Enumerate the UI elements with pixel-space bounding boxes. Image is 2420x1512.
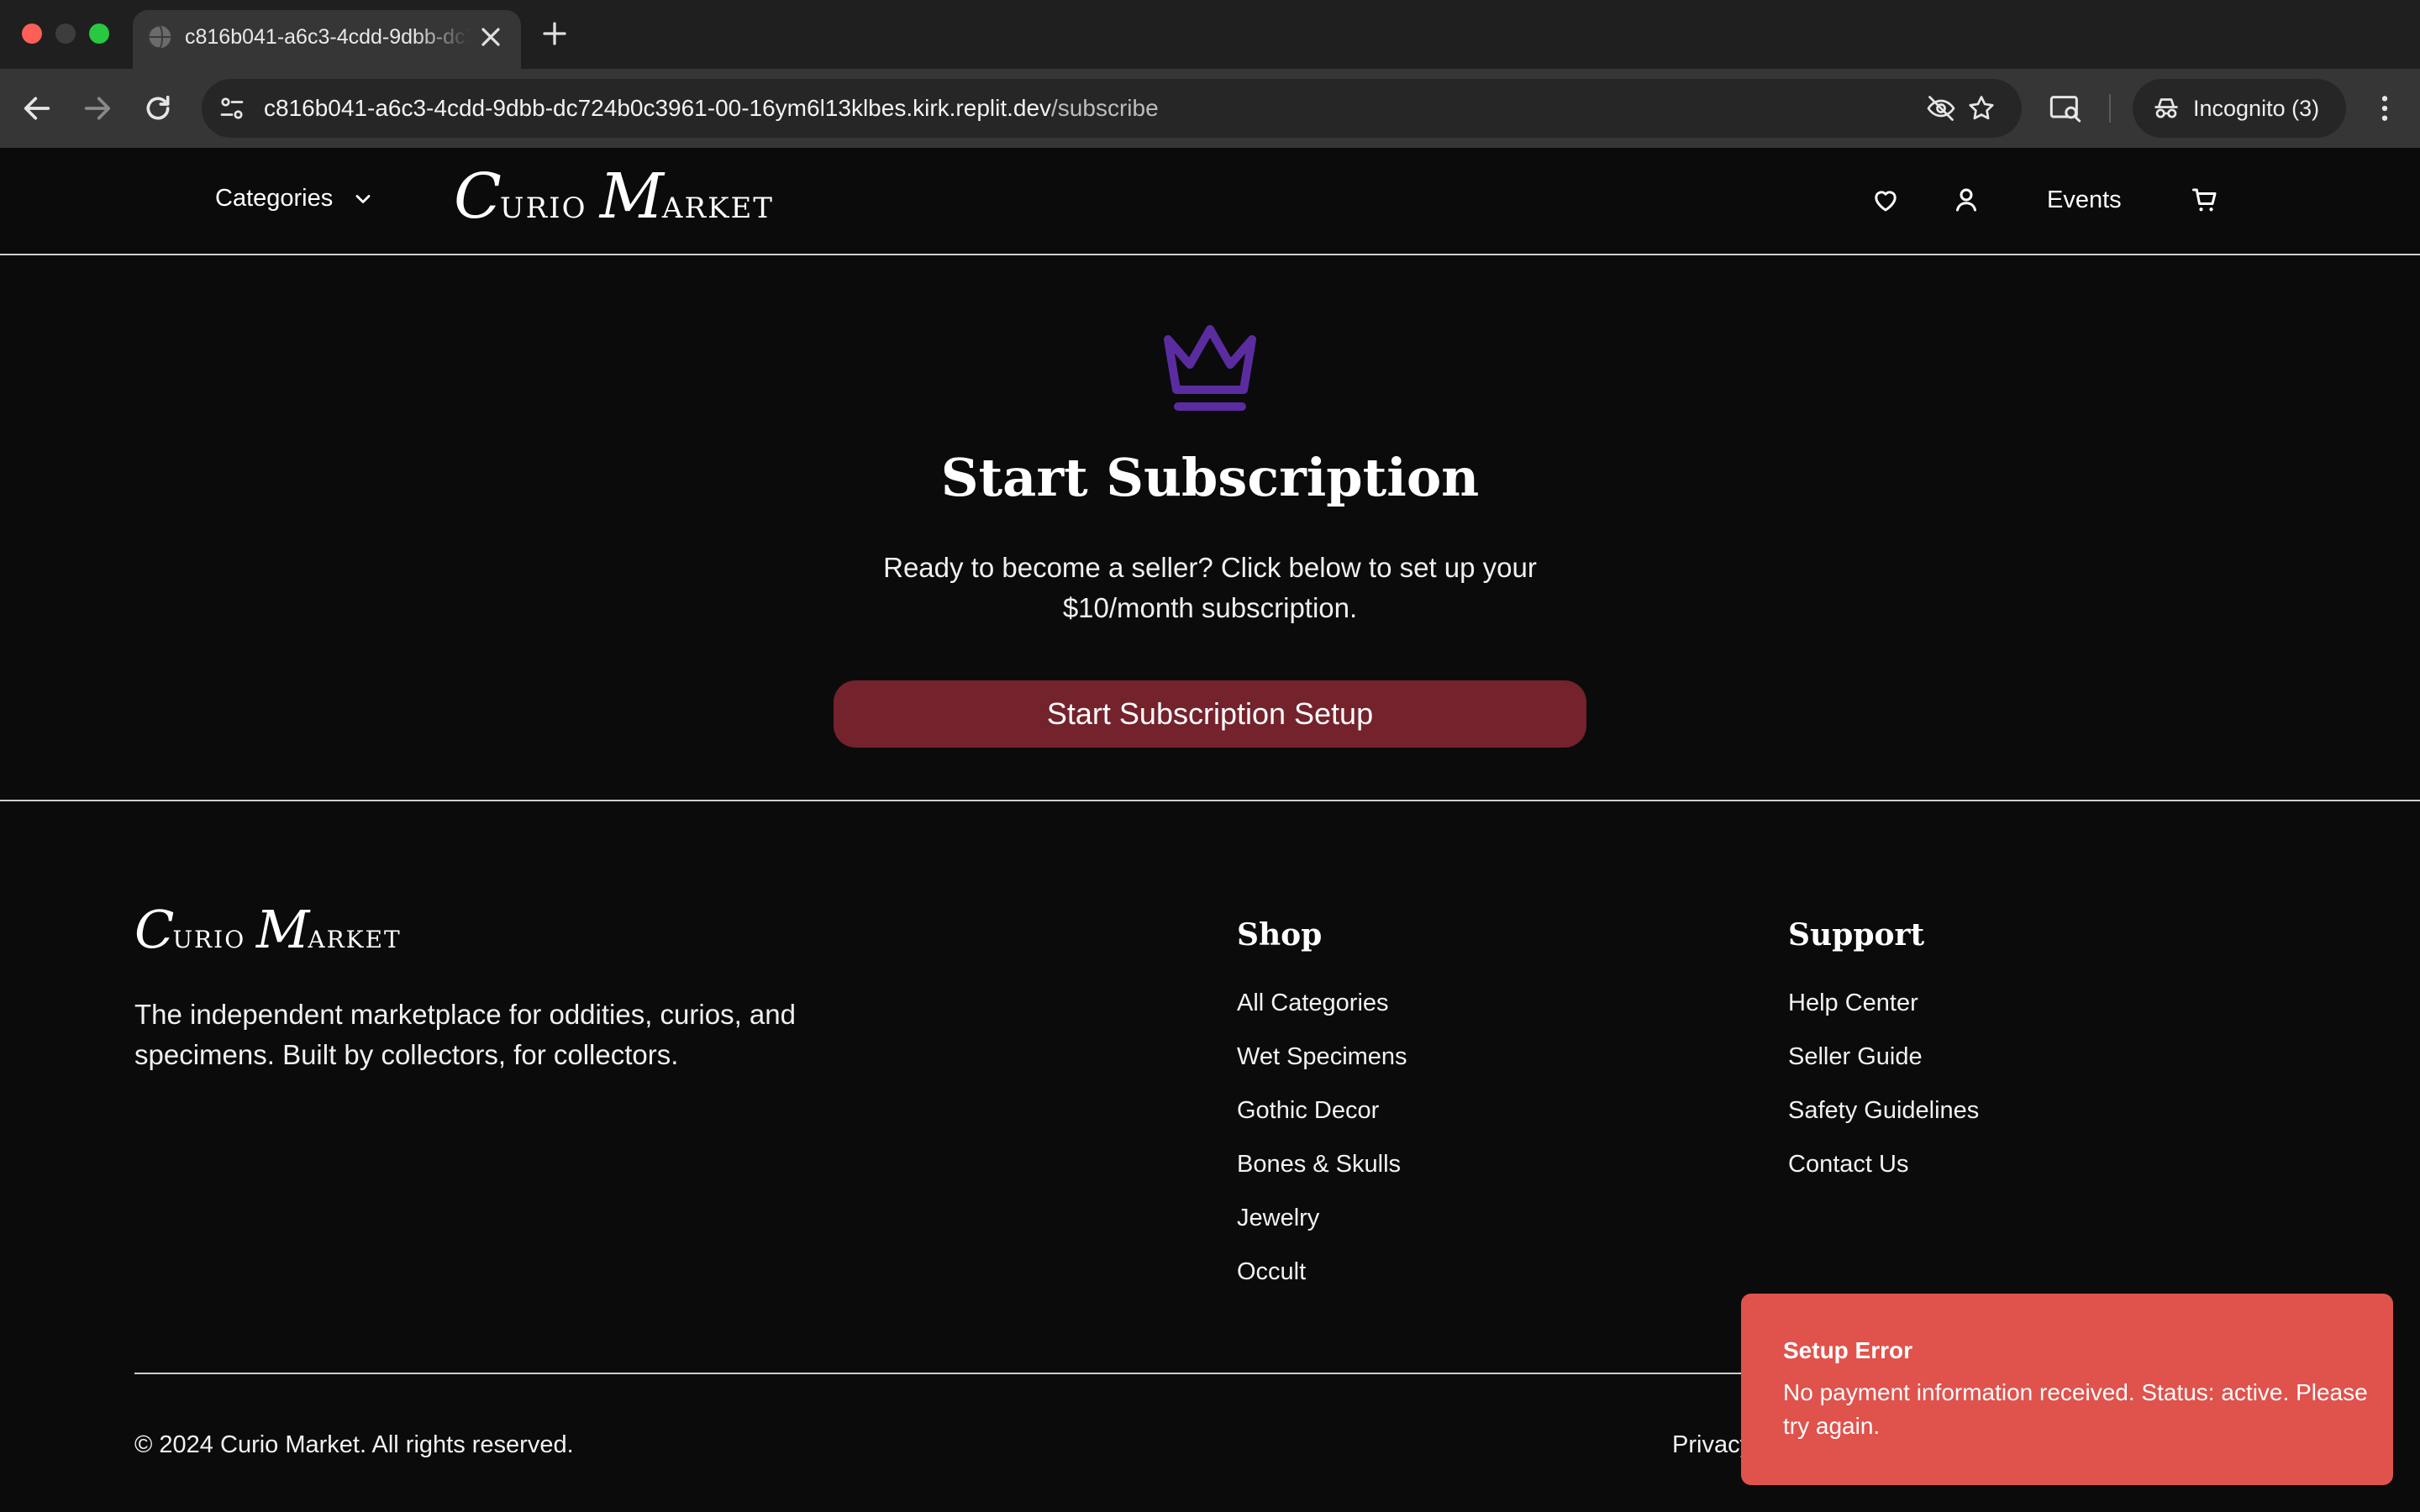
subscription-section: Start Subscription Ready to become a sel… — [0, 257, 2420, 801]
star-icon[interactable] — [1966, 93, 1996, 123]
footer-link-help-center[interactable]: Help Center — [1788, 990, 1979, 1043]
footer-link-jewelry[interactable]: Jewelry — [1237, 1205, 1407, 1258]
page-title: Start Subscription — [940, 447, 1480, 508]
footer-support-links: Help Center Seller Guide Safety Guidelin… — [1788, 990, 1979, 1205]
toolbar-separator — [2109, 94, 2111, 123]
toast-title: Setup Error — [1783, 1337, 1913, 1363]
forward-arrow-icon[interactable] — [81, 92, 114, 125]
toast-message: No payment information received. Status:… — [1783, 1379, 2368, 1439]
eye-off-icon[interactable] — [1926, 93, 1956, 123]
footer-link-wet-specimens[interactable]: Wet Specimens — [1237, 1043, 1407, 1097]
page-description: Ready to become a seller? Click below to… — [883, 552, 1537, 623]
footer-logo[interactable]: Curio Market — [134, 899, 402, 960]
events-link[interactable]: Events — [2047, 186, 2122, 214]
site-logo[interactable]: Curio Market — [454, 160, 774, 233]
footer-link-gothic-decor[interactable]: Gothic Decor — [1237, 1097, 1407, 1151]
footer-link-all-categories[interactable]: All Categories — [1237, 990, 1407, 1043]
footer-link-occult[interactable]: Occult — [1237, 1258, 1407, 1312]
media-search-icon[interactable] — [2049, 92, 2082, 125]
copyright-text: © 2024 Curio Market. All rights reserved… — [134, 1431, 574, 1458]
address-bar[interactable]: c816b041-a6c3-4cdd-9dbb-dc724b0c3961-00-… — [202, 79, 2022, 138]
incognito-icon — [2154, 98, 2178, 118]
close-icon[interactable] — [476, 22, 506, 52]
user-icon[interactable] — [1951, 185, 1981, 215]
incognito-label: Incognito (3) — [2193, 96, 2320, 121]
footer-support-title: Support — [1788, 917, 1925, 953]
globe-icon — [147, 24, 171, 50]
privacy-link[interactable]: Privacy — [1672, 1431, 1752, 1459]
footer-tagline: The independent marketplace for oddities… — [134, 999, 796, 1070]
site-header: Categories Curio Market Events — [0, 148, 2420, 255]
footer-link-safety-guidelines[interactable]: Safety Guidelines — [1788, 1097, 1979, 1151]
cart-icon[interactable] — [2190, 185, 2220, 215]
footer-link-seller-guide[interactable]: Seller Guide — [1788, 1043, 1979, 1097]
tab-title: c816b041-a6c3-4cdd-9dbb-dc724b0c3961-00-… — [185, 25, 471, 49]
browser-tab-bar: c816b041-a6c3-4cdd-9dbb-dc724b0c3961-00-… — [0, 0, 2420, 69]
heart-icon[interactable] — [1870, 185, 1901, 215]
footer-link-contact-us[interactable]: Contact Us — [1788, 1151, 1979, 1205]
reload-icon[interactable] — [141, 92, 175, 125]
start-subscription-setup-button[interactable]: Start Subscription Setup — [834, 680, 1586, 748]
window-minimize-button[interactable] — [55, 24, 76, 44]
crown-icon — [1164, 325, 1256, 411]
site-info-icon[interactable] — [217, 93, 247, 123]
categories-menu-button[interactable]: Categories — [215, 185, 375, 213]
chevron-down-icon — [355, 194, 371, 203]
browser-toolbar: c816b041-a6c3-4cdd-9dbb-dc724b0c3961-00-… — [0, 69, 2420, 148]
footer-link-bones-skulls[interactable]: Bones & Skulls — [1237, 1151, 1407, 1205]
window-maximize-button[interactable] — [89, 24, 109, 44]
back-arrow-icon[interactable] — [20, 92, 54, 125]
footer-shop-title: Shop — [1237, 917, 1323, 953]
incognito-profile-button[interactable]: Incognito (3) — [2133, 79, 2346, 138]
window-close-button[interactable] — [22, 24, 42, 44]
categories-label: Categories — [215, 185, 334, 212]
footer-shop-links: All Categories Wet Specimens Gothic Deco… — [1237, 990, 1407, 1312]
browser-tab-active[interactable]: c816b041-a6c3-4cdd-9dbb-dc724b0c3961-00-… — [133, 10, 521, 69]
more-vertical-icon[interactable] — [2368, 92, 2402, 125]
error-toast[interactable]: Setup Error No payment information recei… — [1741, 1294, 2393, 1485]
plus-icon[interactable] — [539, 18, 570, 49]
url-text: c816b041-a6c3-4cdd-9dbb-dc724b0c3961-00-… — [264, 95, 1159, 121]
